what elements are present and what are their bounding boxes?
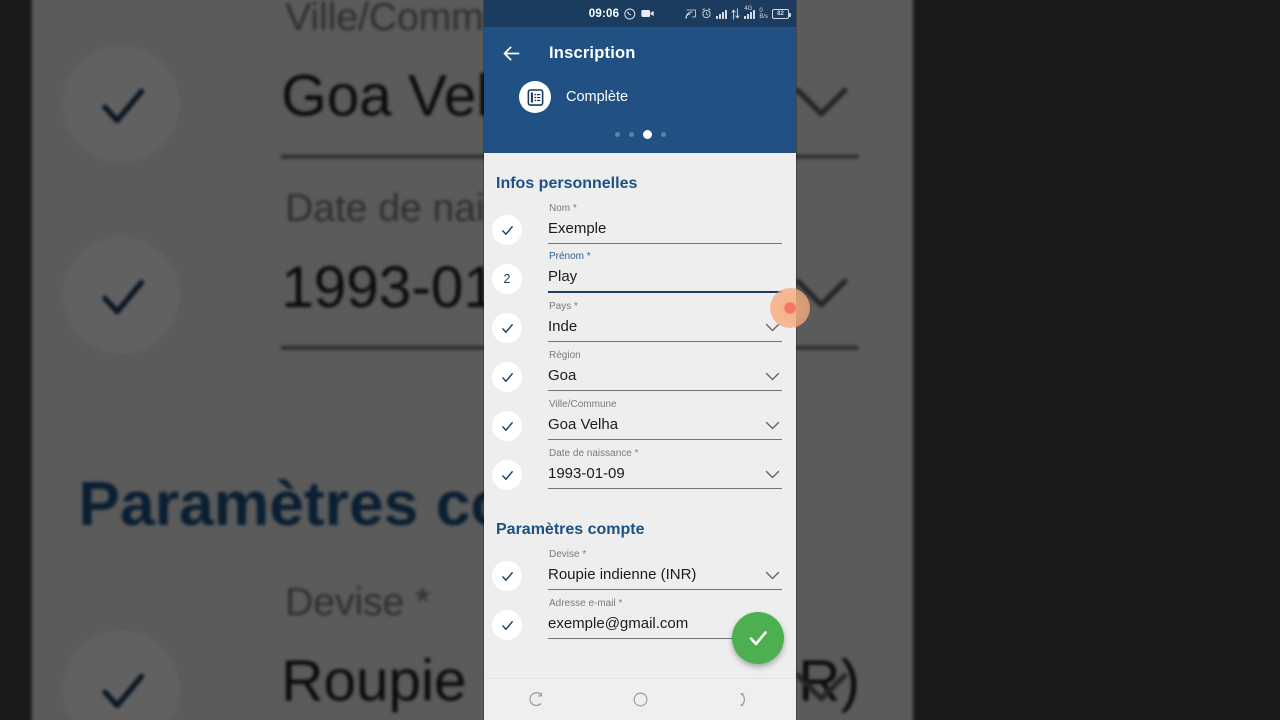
field-status-check-icon: [492, 561, 522, 591]
form-content: Infos personnelles Nom * Exemple 2 Préno…: [484, 153, 796, 675]
back-nav-icon[interactable]: [528, 691, 545, 708]
video-camera-icon: [641, 8, 655, 19]
data-rate-unit: B/s: [759, 13, 768, 20]
field-row-nom[interactable]: Nom * Exemple: [484, 199, 796, 248]
field-label-prenom: Prénom *: [549, 251, 591, 262]
step-indicator-row: Complète: [484, 81, 796, 113]
field-status-check-icon: [62, 630, 180, 720]
screen-root: 09:06: [0, 0, 1280, 720]
section-title-personal: Infos personnelles: [496, 175, 638, 192]
field-value-nom: Exemple: [548, 220, 607, 237]
field-underline-nom: [548, 243, 782, 244]
status-bar-clock: 09:06: [588, 7, 620, 20]
field-devise[interactable]: Devise * Roupie indienne (INR): [548, 549, 782, 594]
field-status-check-icon: [62, 45, 180, 163]
field-row-pays[interactable]: Pays * Inde: [484, 297, 796, 346]
network-type-label: 4G: [744, 5, 753, 12]
field-status-step-2: 2: [492, 264, 522, 294]
section-title-account: Paramètres compte: [496, 521, 645, 538]
field-row-ville[interactable]: Ville/Commune Goa Velha: [484, 395, 796, 444]
field-status-check-icon: [492, 313, 522, 343]
step-label: Complète: [566, 89, 629, 105]
field-ville[interactable]: Ville/Commune Goa Velha: [548, 399, 782, 444]
battery-level: 82: [777, 10, 784, 17]
field-label-devise: Devise *: [285, 583, 431, 627]
field-value-date-naissance: 1993-01-09: [548, 465, 625, 482]
data-rate-indicator: 0 B/s: [759, 8, 768, 20]
pager-dot-4[interactable]: [660, 132, 666, 137]
field-status-check-icon: [492, 215, 522, 245]
field-status-check-icon: [492, 411, 522, 441]
field-underline-devise: [548, 589, 782, 590]
field-label-email: Adresse e-mail *: [549, 598, 623, 609]
form-list-icon: [519, 81, 551, 113]
status-bar-left: 09:06: [589, 8, 655, 20]
status-bar: 09:06 4G 0 B/s 82: [484, 0, 796, 27]
field-date-naissance[interactable]: Date de naissance * 1993-01-09: [548, 448, 782, 493]
battery-icon: 82: [772, 8, 791, 19]
step-number-label: 2: [503, 272, 511, 286]
check-icon: [749, 631, 767, 646]
field-prenom[interactable]: Prénom * Play: [548, 251, 782, 297]
status-bar-right: 4G 0 B/s 82: [685, 5, 791, 20]
field-status-check-icon: [492, 460, 522, 490]
whatsapp-icon: [624, 8, 636, 20]
field-underline-pays: [548, 341, 782, 342]
home-nav-icon[interactable]: [632, 691, 649, 708]
field-value-ville: Goa Velha: [548, 416, 619, 433]
pager-dot-2[interactable]: [628, 132, 634, 137]
app-bar-top-row: Inscription: [484, 27, 796, 79]
field-label-nom: Nom *: [549, 203, 577, 214]
field-underline-date-naissance: [548, 488, 782, 489]
field-row-prenom[interactable]: 2 Prénom * Play: [484, 248, 796, 297]
phone-screen: 09:06 4G 0 B/s 82 Inscription Complète I…: [484, 0, 796, 720]
recents-nav-icon[interactable]: [736, 691, 753, 708]
pager-dot-1[interactable]: [614, 132, 620, 137]
alarm-icon: [701, 8, 712, 19]
field-value-devise: Roupie indienne (INR): [548, 566, 697, 583]
cast-icon: [685, 8, 697, 19]
field-nom[interactable]: Nom * Exemple: [548, 203, 782, 248]
field-value-prenom: Play: [548, 268, 578, 285]
field-label-devise: Devise *: [549, 549, 587, 560]
android-nav-bar: [484, 678, 796, 720]
field-status-check-icon: [492, 362, 522, 392]
pager-dot-3[interactable]: [642, 130, 652, 139]
field-label-pays: Pays *: [549, 301, 578, 312]
signal-bars-2-icon: 4G: [744, 5, 756, 19]
field-label-ville: Ville/Commune: [549, 399, 617, 410]
submit-fab-button[interactable]: [732, 612, 784, 664]
field-row-date-naissance[interactable]: Date de naissance * 1993-01-09: [484, 444, 796, 493]
signal-bars-icon: [716, 9, 728, 19]
page-title: Inscription: [549, 43, 636, 62]
field-status-check-icon: [62, 236, 180, 354]
field-value-region: Goa: [548, 367, 577, 384]
field-underline-prenom: [548, 291, 782, 293]
field-region[interactable]: Région Goa: [548, 350, 782, 395]
field-row-devise[interactable]: Devise * Roupie indienne (INR): [484, 545, 796, 594]
back-arrow-icon[interactable]: [498, 40, 524, 66]
pager-dots: [484, 130, 796, 139]
field-underline-region: [548, 390, 782, 391]
app-bar: Inscription Complète: [484, 27, 796, 153]
field-status-check-icon: [492, 610, 522, 640]
field-label-region: Région: [549, 350, 581, 361]
field-value-pays: Inde: [548, 318, 578, 335]
field-label-date-naissance: Date de naissance *: [549, 448, 639, 459]
field-pays[interactable]: Pays * Inde: [548, 301, 782, 346]
data-transfer-icon: [731, 7, 740, 20]
field-row-region[interactable]: Région Goa: [484, 346, 796, 395]
field-underline-ville: [548, 439, 782, 440]
